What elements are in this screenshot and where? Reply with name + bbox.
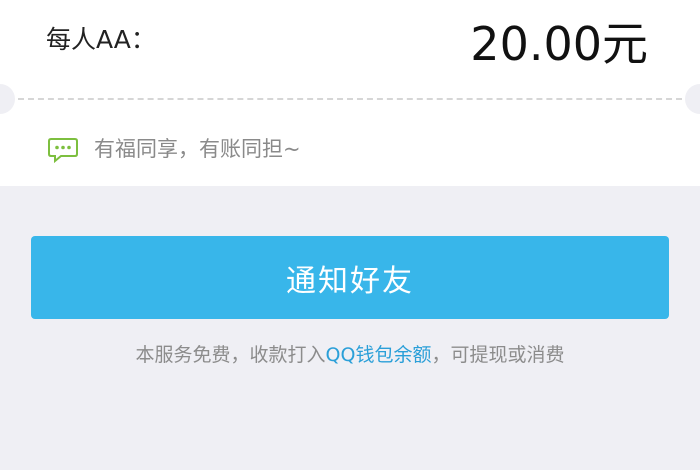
per-person-label: 每人AA： bbox=[46, 25, 156, 54]
service-notice: 本服务免费，收款打入QQ钱包余额，可提现或消费 bbox=[0, 340, 700, 367]
aa-summary-card: 每人AA： 20.00元 有福同享，有账同担~ bbox=[0, 0, 700, 186]
share-message: 有福同享，有账同担~ bbox=[94, 137, 301, 161]
notice-suffix: ，可提现或消费 bbox=[431, 344, 565, 366]
notify-friends-button[interactable]: 通知好友 bbox=[31, 236, 669, 319]
per-person-amount: 20.00元 bbox=[470, 17, 648, 71]
dashed-divider bbox=[18, 98, 682, 100]
left-notch bbox=[0, 84, 15, 114]
right-notch bbox=[685, 84, 700, 114]
card-zigzag-edge bbox=[0, 180, 700, 186]
chat-bubble-icon bbox=[48, 138, 78, 163]
qq-wallet-link[interactable]: QQ钱包余额 bbox=[326, 344, 432, 366]
notice-prefix: 本服务免费，收款打入 bbox=[135, 344, 326, 366]
